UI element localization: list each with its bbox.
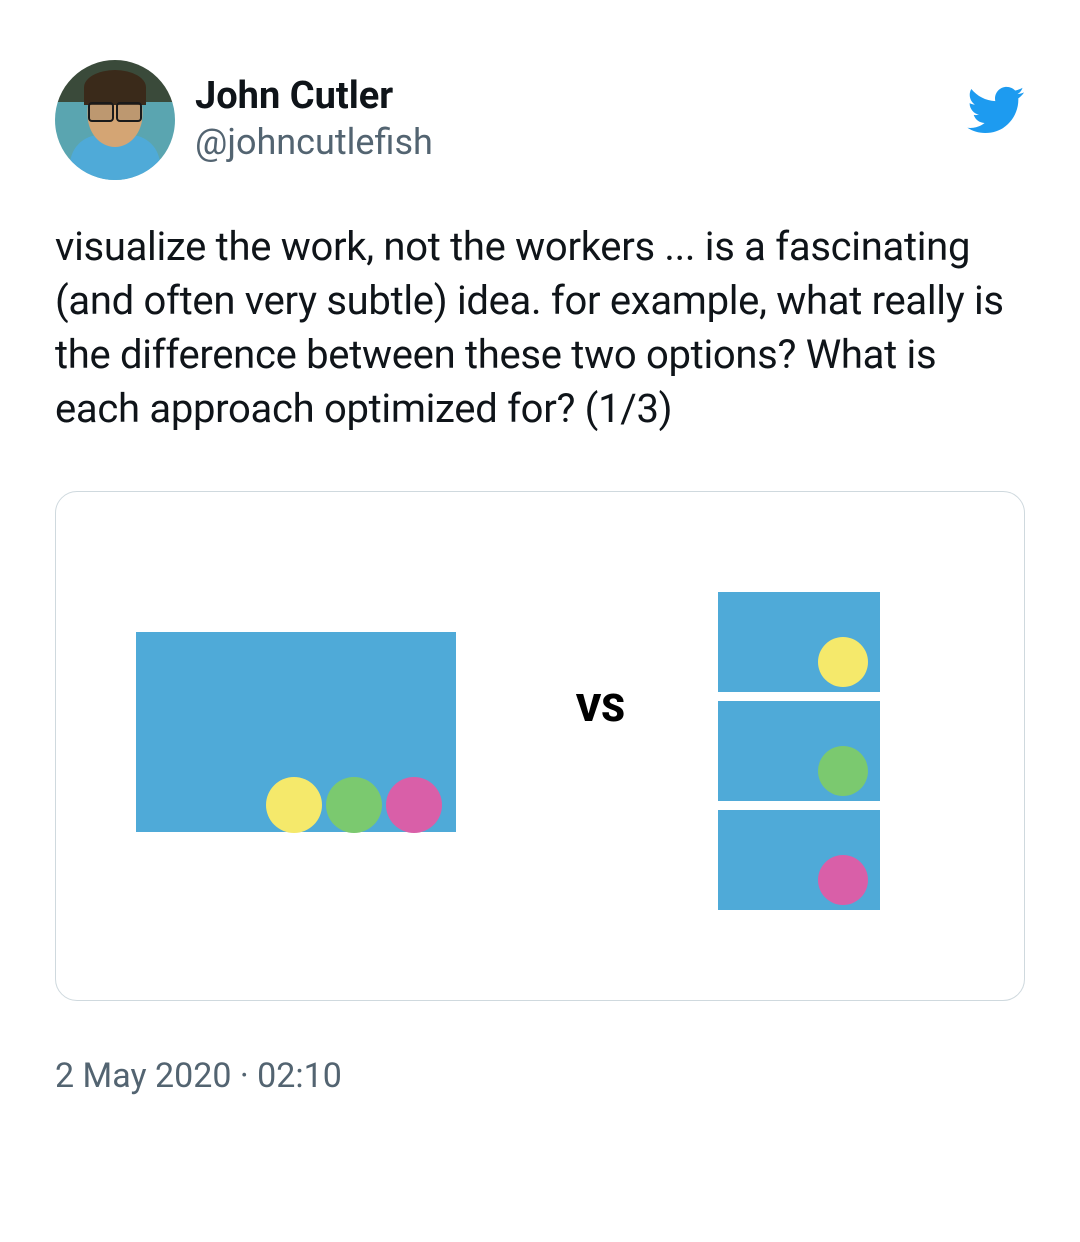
tweet-media[interactable]: VS [55,491,1025,1001]
username[interactable]: @johncutlefish [195,119,433,166]
name-block: John Cutler @johncutlefish [195,74,433,166]
circle-pink-icon [818,855,868,905]
diagram-small-block-1 [718,592,880,692]
timestamp[interactable]: 2 May 2020 · 02:10 [55,1056,1025,1096]
tweet-header: John Cutler @johncutlefish [55,60,1025,180]
circle-yellow-icon [818,637,868,687]
diagram-circles-grouped [266,777,442,833]
diagram-small-block-3 [718,810,880,910]
circle-yellow-icon [266,777,322,833]
vs-label: VS [576,687,625,731]
circle-green-icon [818,746,868,796]
user-info[interactable]: John Cutler @johncutlefish [55,60,433,180]
avatar[interactable] [55,60,175,180]
diagram-split-blocks [718,592,880,910]
display-name[interactable]: John Cutler [195,74,433,120]
diagram-work-vs-workers: VS [56,492,1024,1000]
tweet-text: visualize the work, not the workers ... … [55,220,1025,436]
diagram-small-block-2 [718,701,880,801]
circle-green-icon [326,777,382,833]
twitter-logo-icon[interactable] [965,80,1025,140]
circle-pink-icon [386,777,442,833]
